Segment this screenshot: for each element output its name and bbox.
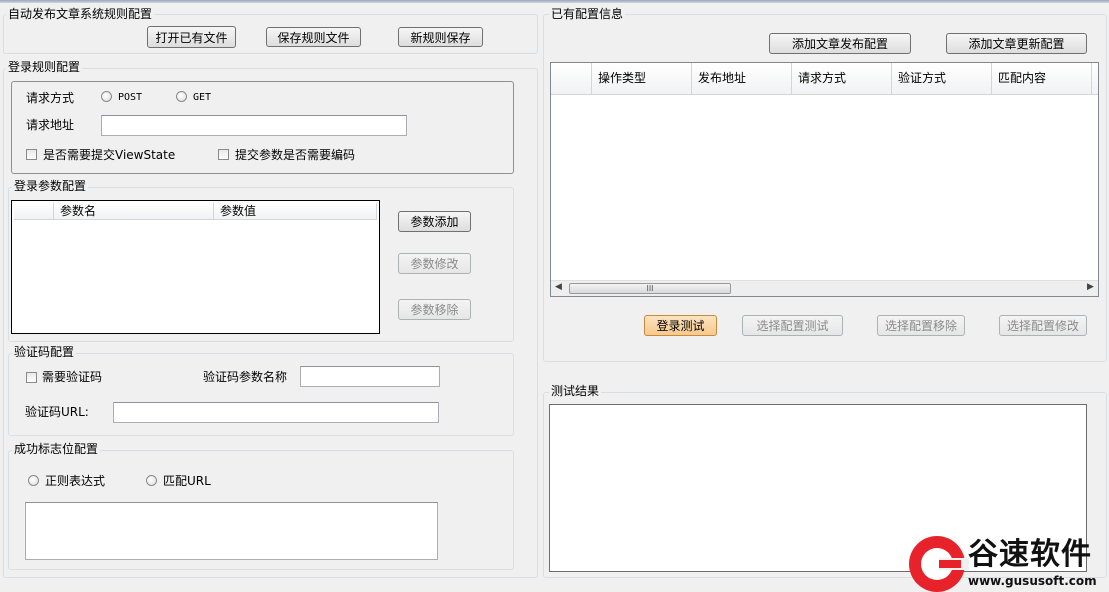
config-list-table-header: 操作类型 发布地址 请求方式 验证方式 匹配内容 [551,63,1098,95]
success-flag-group-title: 成功标志位配置 [12,442,101,456]
login-params-group-title: 登录参数配置 [12,179,89,193]
method-get-radio[interactable] [176,91,187,102]
regex-label: 正则表达式 [45,474,106,488]
logo-g-bar [939,560,961,568]
add-publish-config-button[interactable]: 添加文章发布配置 [769,33,911,54]
remove-selected-config-button[interactable]: 选择配置移除 [877,315,965,336]
window-top-edge [0,0,1109,3]
captcha-param-name-label: 验证码参数名称 [203,370,288,384]
save-rule-file-button[interactable]: 保存规则文件 [266,27,361,47]
column-header-publish-address[interactable]: 发布地址 [692,63,792,94]
param-add-button[interactable]: 参数添加 [398,211,471,232]
match-url-label: 匹配URL [163,474,211,488]
test-result-group-title: 测试结果 [549,384,602,398]
viewstate-label: 是否需要提交ViewState [43,148,176,162]
viewstate-checkbox[interactable] [26,149,37,160]
request-url-label: 请求地址 [26,118,75,132]
need-captcha-label: 需要验证码 [42,370,103,384]
add-update-config-button[interactable]: 添加文章更新配置 [946,33,1087,54]
captcha-group-title: 验证码配置 [12,345,77,359]
param-edit-button[interactable]: 参数修改 [398,253,471,274]
success-flag-textarea[interactable] [25,502,438,560]
existing-config-group-title: 已有配置信息 [549,7,626,21]
config-list-hscrollbar[interactable]: ◀ III ▶ [551,280,1098,296]
edit-selected-config-button[interactable]: 选择配置修改 [999,315,1087,336]
column-header-verify-method[interactable]: 验证方式 [892,63,992,94]
column-header-param-value[interactable]: 参数值 [214,203,377,219]
scroll-right-arrow-icon[interactable]: ▶ [1087,282,1094,292]
open-file-button[interactable]: 打开已有文件 [147,26,236,48]
method-post-radio[interactable] [101,91,112,102]
file-config-group-title: 自动发布文章系统规则配置 [6,7,155,21]
encode-params-checkbox[interactable] [218,149,229,160]
captcha-url-label: 验证码URL: [25,405,89,419]
column-header-match-content[interactable]: 匹配内容 [992,63,1092,94]
match-url-radio[interactable] [146,475,157,486]
method-post-label: POST [118,92,143,103]
encode-params-label: 提交参数是否需要编码 [235,148,356,162]
request-method-label: 请求方式 [26,91,75,105]
captcha-param-name-input[interactable] [300,366,440,387]
scroll-thumb[interactable]: III [569,283,731,294]
param-remove-button[interactable]: 参数移除 [398,299,471,320]
row-header-corner [14,203,54,219]
method-get-label: GET [193,92,212,103]
watermark-url: www.gususoft.com [968,574,1097,588]
regex-radio[interactable] [28,475,39,486]
test-selected-config-button[interactable]: 选择配置测试 [742,315,843,336]
new-rule-save-button[interactable]: 新规则保存 [398,27,483,47]
need-captcha-checkbox[interactable] [26,372,37,383]
column-header-request-method[interactable]: 请求方式 [792,63,892,94]
scroll-left-arrow-icon[interactable]: ◀ [555,282,562,292]
login-test-button[interactable]: 登录测试 [644,315,717,336]
column-header-operation-type[interactable]: 操作类型 [592,63,692,94]
captcha-url-input[interactable] [113,402,439,423]
login-rule-group-title: 登录规则配置 [6,60,83,74]
gususoft-logo-icon [909,536,969,592]
login-params-table-header: 参数名 参数值 [14,203,377,220]
request-url-input[interactable] [101,115,407,136]
column-header-param-name[interactable]: 参数名 [54,203,214,219]
config-list-table[interactable]: 操作类型 发布地址 请求方式 验证方式 匹配内容 ◀ III ▶ [550,62,1099,297]
config-row-header-corner [551,63,592,94]
login-params-table[interactable]: 参数名 参数值 [11,200,380,334]
watermark-brand: 谷速软件 [968,537,1092,572]
